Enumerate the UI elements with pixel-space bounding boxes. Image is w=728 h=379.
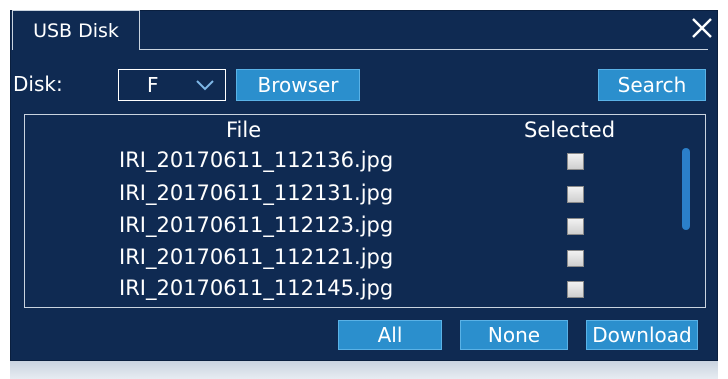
background-strip — [10, 361, 718, 379]
file-row[interactable]: IRI_20170611_112145.jpg — [0, 276, 728, 306]
file-name: IRI_20170611_112121.jpg — [119, 245, 394, 269]
tab-usb-disk-label: USB Disk — [33, 19, 119, 42]
file-name: IRI_20170611_112136.jpg — [119, 148, 394, 172]
select-none-button[interactable]: None — [460, 320, 568, 350]
select-checkbox[interactable] — [567, 250, 584, 267]
disk-dropdown-value: F — [147, 73, 159, 97]
list-scrollbar[interactable] — [682, 148, 690, 230]
file-name: IRI_20170611_112131.jpg — [119, 181, 394, 205]
file-row[interactable]: IRI_20170611_112136.jpg — [0, 148, 728, 178]
tab-divider — [140, 49, 708, 50]
tab-usb-disk[interactable]: USB Disk — [12, 10, 140, 50]
download-button[interactable]: Download — [586, 320, 698, 350]
select-checkbox[interactable] — [567, 218, 584, 235]
search-button[interactable]: Search — [598, 69, 706, 101]
disk-label: Disk: — [13, 72, 63, 96]
select-checkbox[interactable] — [567, 281, 584, 298]
file-row[interactable]: IRI_20170611_112121.jpg — [0, 245, 728, 275]
select-all-button[interactable]: All — [338, 320, 442, 350]
file-name: IRI_20170611_112123.jpg — [119, 213, 394, 237]
disk-dropdown[interactable]: F — [118, 69, 226, 101]
browser-button[interactable]: Browser — [236, 69, 360, 101]
column-header-selected: Selected — [524, 118, 616, 142]
file-name: IRI_20170611_112145.jpg — [119, 276, 394, 300]
column-header-file: File — [226, 118, 262, 142]
file-row[interactable]: IRI_20170611_112131.jpg — [0, 181, 728, 211]
file-row[interactable]: IRI_20170611_112123.jpg — [0, 213, 728, 243]
chevron-down-icon — [196, 80, 214, 91]
close-icon[interactable] — [690, 16, 714, 40]
select-checkbox[interactable] — [567, 186, 584, 203]
select-checkbox[interactable] — [567, 153, 584, 170]
